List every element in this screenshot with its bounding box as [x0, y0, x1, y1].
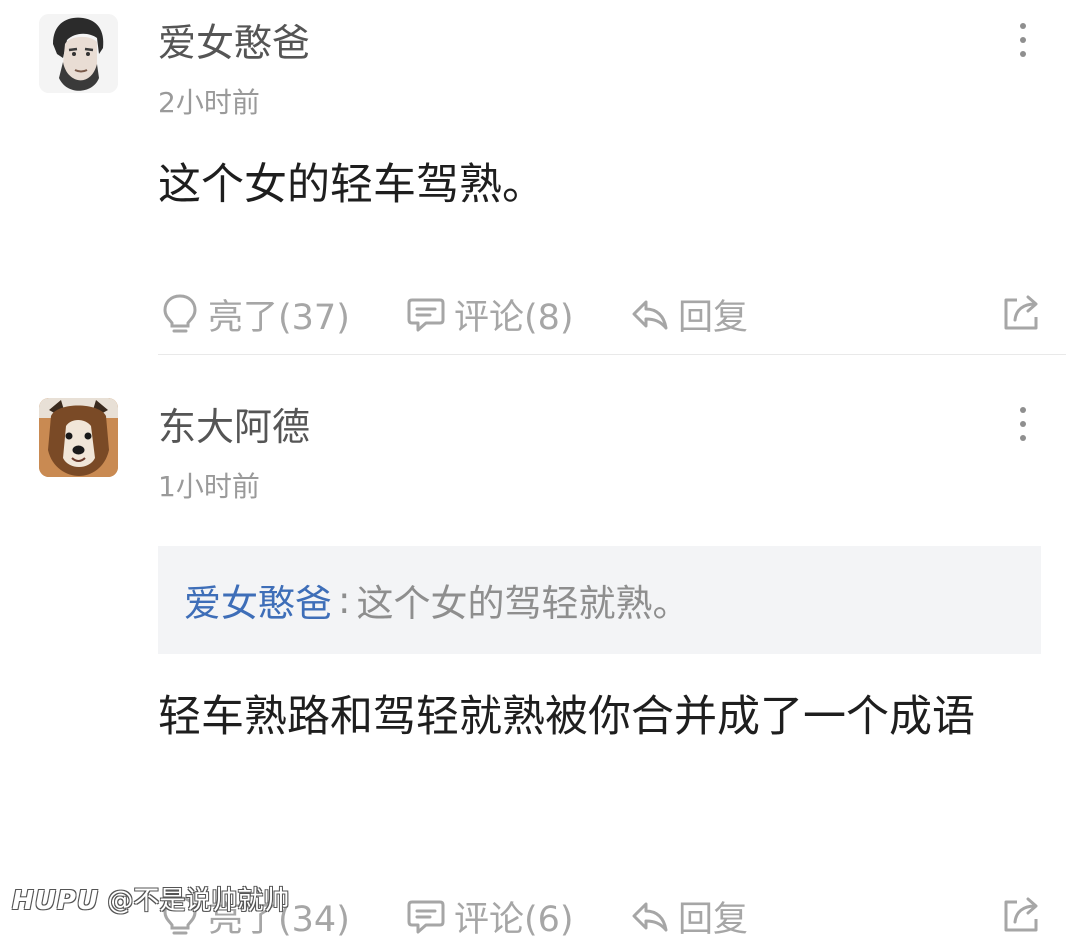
watermark-brand: HUPU: [12, 886, 100, 916]
comment-text: 轻车熟路和驾轻就熟被你合并成了一个成语: [158, 692, 975, 742]
timestamp: 2小时前: [158, 86, 260, 119]
watermark-user: @不是说帅就帅: [107, 886, 290, 916]
like-label: 亮了(37): [208, 297, 350, 338]
reply-button[interactable]: 回复: [630, 286, 748, 342]
action-bar: 亮了(34) 评论(6) 回复: [158, 888, 1043, 944]
reply-icon: [632, 300, 668, 330]
comment-label: 评论(8): [454, 297, 574, 338]
comment-item: 爱女憨爸 2小时前 这个女的轻车驾熟。 亮了(37) 评论(8) 回复: [0, 0, 1066, 356]
more-vert-icon[interactable]: [1008, 20, 1038, 60]
username[interactable]: 爱女憨爸: [158, 20, 310, 66]
like-button[interactable]: 亮了(37): [160, 286, 350, 342]
comment-item: 东大阿德 1小时前 爱女憨爸 : 这个女的驾轻就熟。 轻车熟路和驾轻就熟被你合并…: [0, 356, 1066, 940]
divider: [158, 354, 1066, 355]
share-icon[interactable]: [1001, 892, 1043, 934]
quote-separator: :: [338, 578, 351, 622]
comment-button[interactable]: 评论(6): [406, 888, 574, 944]
comment-button[interactable]: 评论(8): [406, 286, 574, 342]
timestamp: 1小时前: [158, 470, 260, 503]
comment-icon: [407, 900, 445, 934]
comment-label: 评论(6): [454, 899, 574, 940]
lightbulb-icon: [163, 294, 197, 333]
watermark: HUPU @不是说帅就帅: [12, 880, 289, 917]
quote-author-link[interactable]: 爱女憨爸: [184, 573, 332, 627]
reply-label: 回复: [678, 297, 749, 338]
username[interactable]: 东大阿德: [158, 404, 310, 450]
share-icon[interactable]: [1001, 290, 1043, 332]
comment-text: 这个女的轻车驾熟。: [158, 160, 545, 210]
comment-icon: [407, 298, 445, 332]
more-vert-icon[interactable]: [1008, 404, 1038, 444]
action-bar: 亮了(37) 评论(8) 回复: [158, 286, 1043, 342]
quoted-comment[interactable]: 爱女憨爸 : 这个女的驾轻就熟。: [158, 546, 1041, 654]
quote-text: 这个女的驾轻就熟。: [356, 582, 690, 625]
reply-icon: [632, 902, 668, 932]
avatar[interactable]: [39, 14, 118, 93]
reply-label: 回复: [678, 899, 749, 940]
avatar[interactable]: [39, 398, 118, 477]
reply-button[interactable]: 回复: [630, 888, 748, 944]
